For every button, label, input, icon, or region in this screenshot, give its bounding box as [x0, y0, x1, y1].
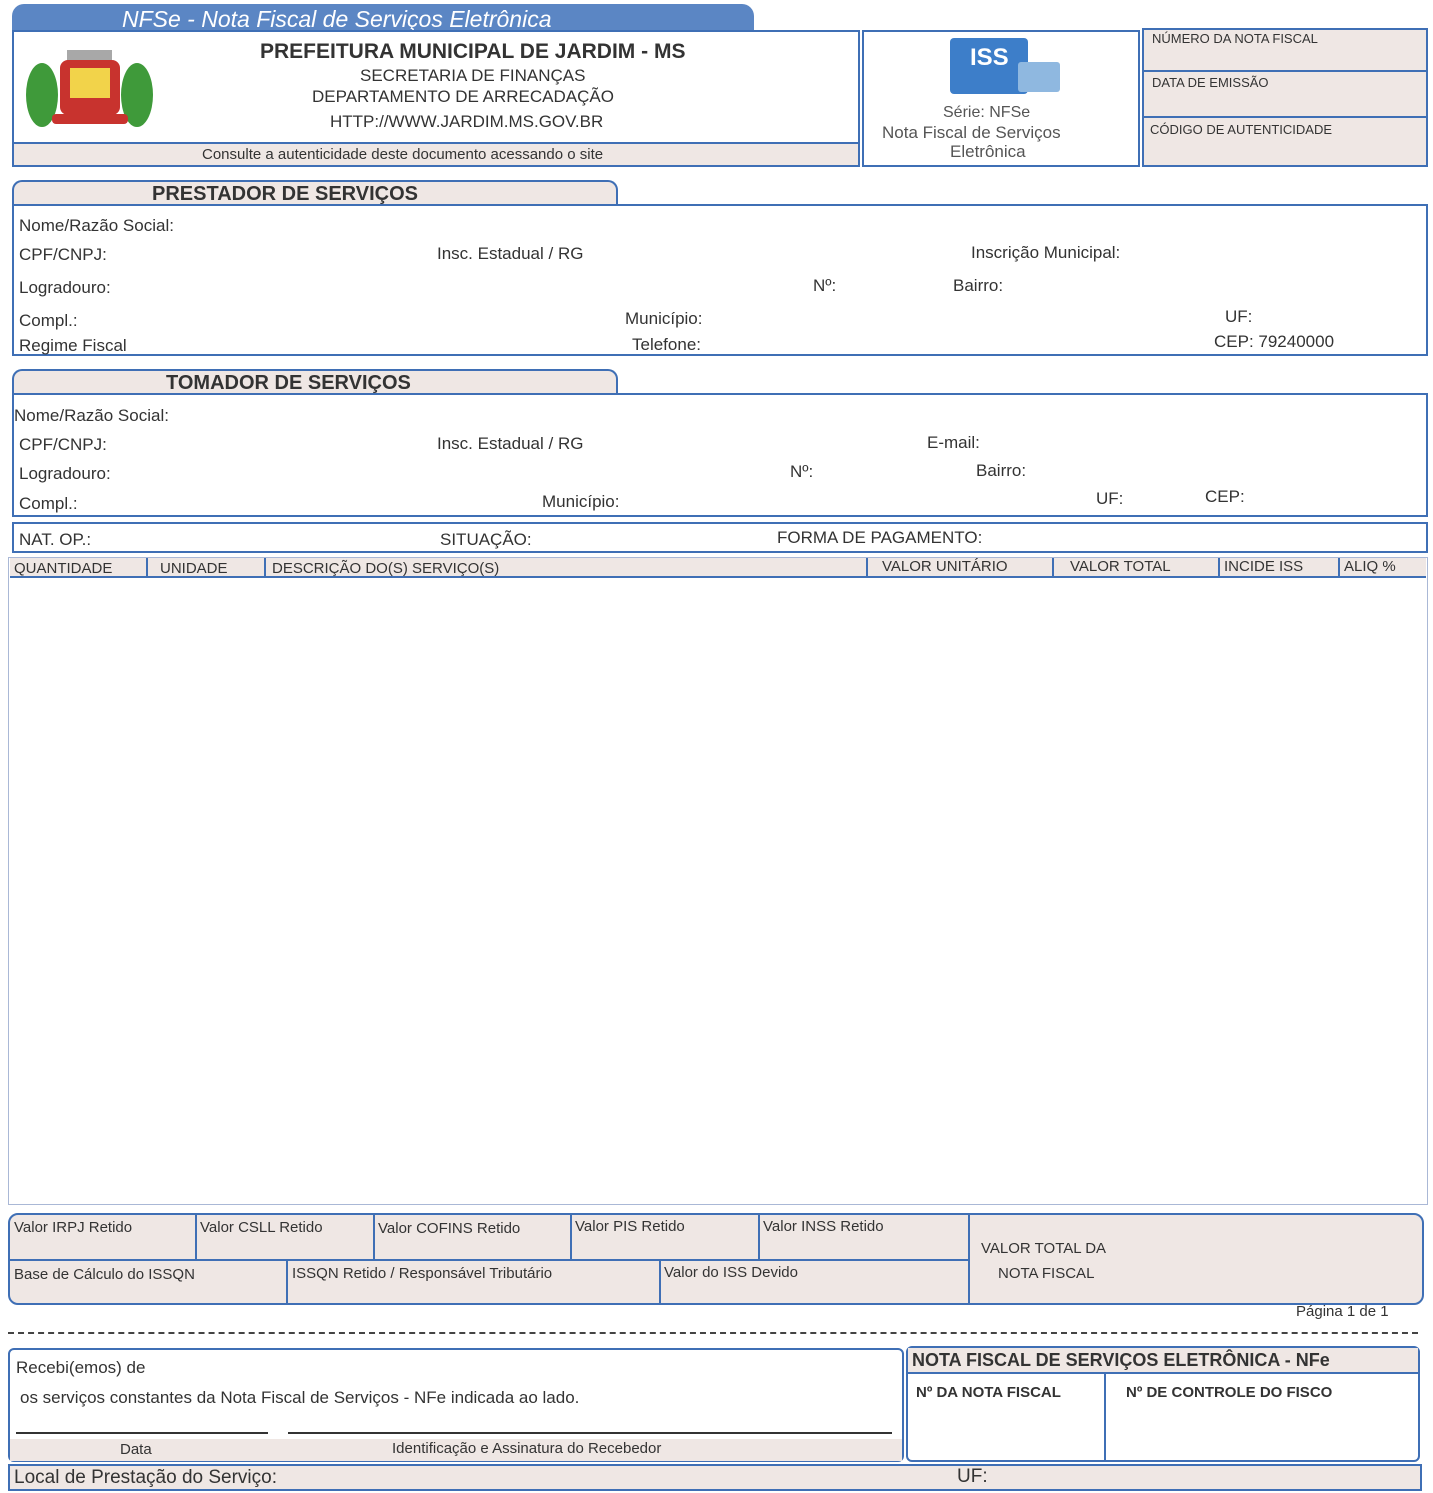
tomador-logradouro: Logradouro: — [19, 464, 111, 483]
prestador-tab: PRESTADOR DE SERVIÇOS — [12, 180, 618, 206]
prestador-title: PRESTADOR DE SERVIÇOS — [152, 183, 418, 205]
local-uf-label: UF: — [957, 1466, 988, 1487]
prestador-insc-municipal: Inscrição Municipal: — [971, 243, 1121, 262]
items-table — [8, 557, 1428, 1205]
nfe-stub-sep — [1104, 1374, 1106, 1460]
tomador-nome: Nome/Razão Social: — [14, 406, 169, 425]
prestador-bairro: Bairro: — [953, 276, 1004, 295]
recebi-label: Recebi(emos) de — [16, 1358, 146, 1377]
issqn-retido: ISSQN Retido / Responsável Tributário — [292, 1265, 553, 1282]
prestador-cpf: CPF/CNPJ: — [19, 245, 107, 264]
col-sep-4 — [1052, 558, 1054, 578]
cut-line — [8, 1332, 1418, 1334]
tomador-uf: UF: — [1096, 489, 1124, 508]
consult-bar: Consulte a autenticidade deste documento… — [12, 142, 860, 167]
prestador-municipio: Município: — [625, 309, 703, 328]
valor-pis: Valor PIS Retido — [575, 1218, 685, 1235]
serie-desc-1: Nota Fiscal de Serviços — [882, 123, 1061, 142]
col-unidade: UNIDADE — [160, 560, 228, 577]
totals-sep-3 — [570, 1215, 572, 1259]
prestador-nome: Nome/Razão Social: — [19, 216, 174, 235]
nr-controle-label: Nº DE CONTROLE DO FISCO — [1126, 1384, 1333, 1401]
situacao: SITUAÇÃO: — [440, 530, 532, 549]
valor-irpj: Valor IRPJ Retido — [14, 1219, 133, 1236]
coat-of-arms-logo — [22, 40, 157, 135]
tomador-tab: TOMADOR DE SERVIÇOS — [12, 369, 618, 395]
iss-logo: ISS — [948, 34, 1063, 96]
totals-sep-7 — [659, 1260, 661, 1303]
valor-inss: Valor INSS Retido — [763, 1218, 884, 1235]
totals-sep-4 — [758, 1215, 760, 1259]
prestador-cep: CEP: 79240000 — [1214, 332, 1335, 351]
consult-note: Consulte a autenticidade deste documento… — [202, 146, 604, 163]
totals-sep-1 — [195, 1215, 197, 1259]
nat-op: NAT. OP.: — [19, 530, 92, 549]
banner-title: NFSe - Nota Fiscal de Serviços Eletrônic… — [122, 6, 552, 32]
prestador-uf: UF: — [1225, 307, 1253, 326]
tomador-compl: Compl.: — [19, 494, 78, 513]
iss-devido: Valor do ISS Devido — [664, 1264, 798, 1281]
prestador-logradouro: Logradouro: — [19, 278, 111, 297]
col-sep-6 — [1338, 558, 1340, 578]
iss-logo-text: ISS — [970, 44, 1009, 71]
nota-info-divider-2 — [1142, 116, 1428, 118]
numero-nota-label: NÚMERO DA NOTA FISCAL — [1152, 31, 1318, 46]
col-aliq: ALIQ % — [1344, 558, 1396, 575]
page-indicator: Página 1 de 1 — [1296, 1303, 1389, 1320]
website: HTTP://WWW.JARDIM.MS.GOV.BR — [330, 112, 604, 131]
data-signature-line — [16, 1432, 268, 1434]
prestador-telefone: Telefone: — [632, 335, 701, 354]
department: DEPARTAMENTO DE ARRECADAÇÃO — [312, 87, 614, 106]
nr-nota-label: Nº DA NOTA FISCAL — [916, 1384, 1061, 1401]
tomador-bairro: Bairro: — [976, 461, 1027, 480]
col-descricao: DESCRIÇÃO DO(S) SERVIÇO(S) — [272, 560, 500, 577]
prestador-compl: Compl.: — [19, 311, 78, 330]
serie-label: Série: NFSe — [943, 104, 1031, 121]
prestador-regime: Regime Fiscal — [19, 336, 127, 355]
tomador-title: TOMADOR DE SERVIÇOS — [166, 372, 411, 394]
nota-info-box — [1142, 28, 1428, 167]
servicos-label: os serviços constantes da Nota Fiscal de… — [20, 1388, 580, 1407]
secretariat: SECRETARIA DE FINANÇAS — [360, 66, 586, 85]
col-sep-2 — [264, 558, 266, 578]
valor-total-label-1: VALOR TOTAL DA — [981, 1240, 1107, 1257]
tomador-insc-estadual: Insc. Estadual / RG — [437, 434, 584, 453]
col-valor-unitario: VALOR UNITÁRIO — [882, 558, 1008, 575]
forma-pagamento: FORMA DE PAGAMENTO: — [777, 528, 983, 547]
operacao-box — [12, 522, 1428, 553]
totals-row-divider — [8, 1259, 970, 1261]
col-sep-3 — [866, 558, 868, 578]
totals-sep-2 — [373, 1215, 375, 1259]
serie-desc-2: Eletrônica — [950, 142, 1026, 161]
data-label: Data — [120, 1441, 152, 1458]
local-prestacao-label: Local de Prestação do Serviço: — [14, 1467, 277, 1488]
col-incide-iss: INCIDE ISS — [1224, 558, 1304, 575]
totals-sep-6 — [286, 1260, 288, 1303]
valor-csll: Valor CSLL Retido — [200, 1219, 323, 1236]
data-emissao-label: DATA DE EMISSÃO — [1152, 75, 1269, 90]
totals-sep-5 — [968, 1215, 970, 1303]
codigo-autenticidade-label: CÓDIGO DE AUTENTICIDADE — [1150, 122, 1333, 137]
nota-info-divider-1 — [1142, 70, 1428, 72]
tomador-cep: CEP: — [1205, 487, 1245, 506]
col-quantidade: QUANTIDADE — [14, 560, 113, 577]
prestador-insc-estadual: Insc. Estadual / RG — [437, 244, 584, 263]
col-valor-total: VALOR TOTAL — [1070, 558, 1171, 575]
tomador-numero: Nº: — [790, 462, 814, 481]
nfe-stub-title: NOTA FISCAL DE SERVIÇOS ELETRÔNICA - NFe — [912, 1350, 1330, 1370]
prestador-numero: Nº: — [813, 276, 837, 295]
base-calculo: Base de Cálculo do ISSQN — [14, 1266, 195, 1283]
header-banner: NFSe - Nota Fiscal de Serviços Eletrônic… — [12, 4, 754, 32]
identificacao-label: Identificação e Assinatura do Recebedor — [392, 1440, 662, 1457]
valor-total-label-2: NOTA FISCAL — [998, 1265, 1095, 1282]
municipality-name: PREFEITURA MUNICIPAL DE JARDIM - MS — [260, 40, 686, 63]
valor-cofins: Valor COFINS Retido — [378, 1220, 521, 1237]
tomador-cpf: CPF/CNPJ: — [19, 435, 107, 454]
tomador-municipio: Município: — [542, 492, 620, 511]
col-sep-5 — [1218, 558, 1220, 578]
recebedor-signature-line — [288, 1432, 892, 1434]
col-sep-1 — [146, 558, 148, 578]
tomador-email: E-mail: — [927, 433, 980, 452]
